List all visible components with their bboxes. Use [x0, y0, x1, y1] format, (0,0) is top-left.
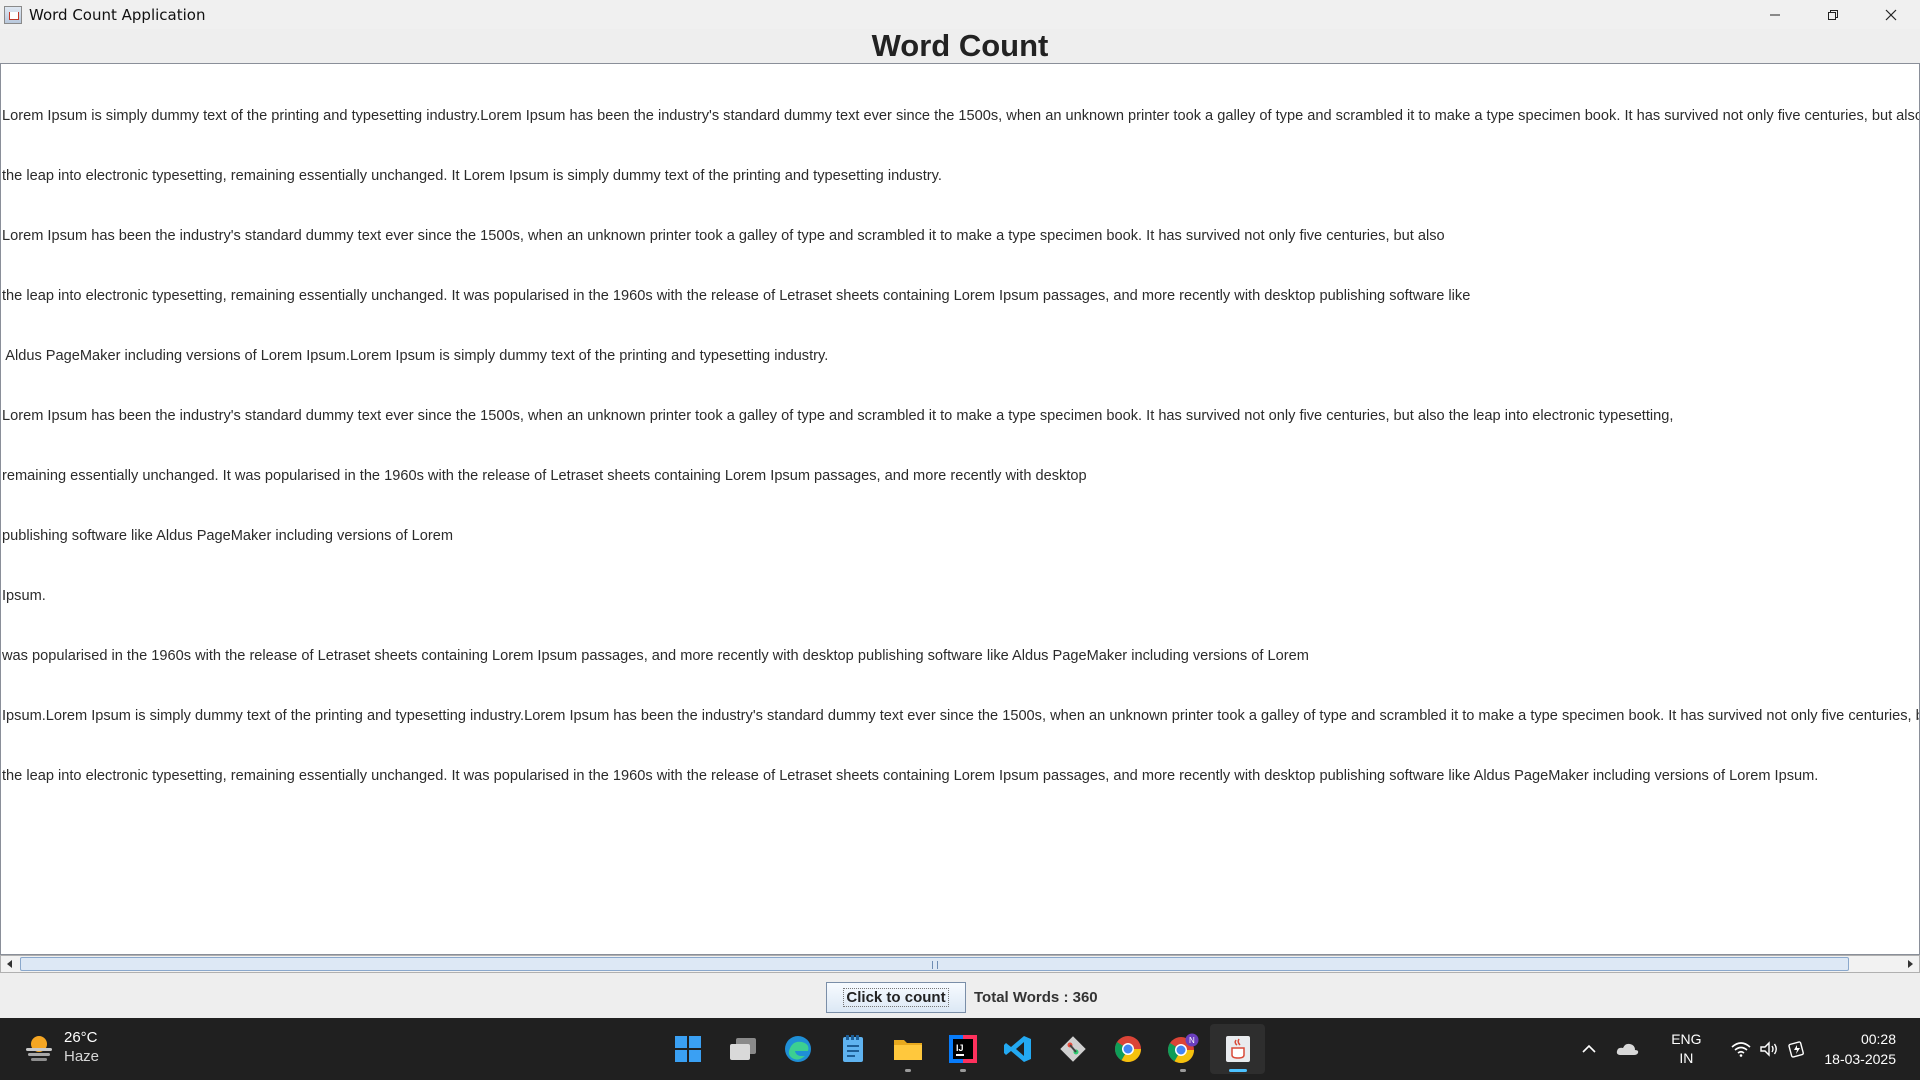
edge-icon [784, 1036, 811, 1062]
cloud-icon [1617, 1043, 1639, 1055]
volume-icon [1760, 1041, 1778, 1057]
start-icon [674, 1036, 701, 1062]
total-words-label: Total Words : 360 [974, 989, 1098, 1006]
weather-widget[interactable]: 26°C Haze [22, 1028, 99, 1066]
svg-text:N: N [1189, 1036, 1195, 1045]
restore-icon [1828, 9, 1838, 20]
close-icon [1885, 9, 1897, 20]
text-line: Lorem Ipsum has been the industry's stan… [2, 408, 1674, 424]
show-hidden-icons-button[interactable] [1572, 1044, 1606, 1054]
file-explorer-button[interactable] [880, 1024, 935, 1074]
java-button[interactable] [1210, 1024, 1265, 1074]
title-bar: Word Count Application [0, 0, 1920, 29]
text-line: Aldus PageMaker including versions of Lo… [2, 348, 829, 364]
chrome-icon [1114, 1036, 1141, 1063]
count-button-label: Click to count [843, 988, 949, 1007]
onedrive-button[interactable] [1606, 1041, 1648, 1057]
notepad-button[interactable] [825, 1024, 880, 1074]
count-button[interactable]: Click to count [826, 982, 966, 1013]
java-app-icon [4, 5, 22, 24]
intellij-icon: IJ [948, 1035, 977, 1063]
svg-text:IJ: IJ [956, 1043, 964, 1053]
running-indicator [959, 1069, 966, 1072]
text-line: the leap into electronic typesetting, re… [2, 288, 1471, 304]
text-line: publishing software like Aldus PageMaker… [2, 528, 454, 544]
java-icon [1225, 1036, 1250, 1062]
weather-temp: 26°C [64, 1029, 98, 1046]
window-title: Word Count Application [29, 5, 206, 24]
text-line: Ipsum. [2, 588, 46, 604]
grip-icon [931, 961, 938, 969]
clock[interactable]: 00:28 18-03-2025 [1824, 1029, 1896, 1069]
haze-sun-icon [22, 1030, 56, 1064]
taskbar-apps: IJ N [660, 1024, 1265, 1074]
task-view-icon [729, 1038, 756, 1060]
page-title: Word Count [871, 28, 1049, 63]
wifi-icon [1731, 1042, 1751, 1057]
chrome-profile-button[interactable]: N [1155, 1024, 1210, 1074]
clock-time: 00:28 [1860, 1031, 1896, 1047]
battery-charging-icon [1788, 1041, 1805, 1058]
running-indicator [904, 1069, 911, 1072]
horizontal-scrollbar[interactable] [0, 955, 1920, 973]
language-code: ENG [1671, 1031, 1702, 1047]
chrome-button[interactable] [1100, 1024, 1155, 1074]
git-icon [1059, 1036, 1086, 1062]
text-line: Lorem Ipsum has been the industry's stan… [2, 228, 1445, 244]
file-explorer-icon [893, 1040, 922, 1060]
edge-button[interactable] [770, 1024, 825, 1074]
scrollbar-thumb[interactable] [20, 957, 1849, 971]
close-button[interactable] [1862, 0, 1920, 29]
chrome-profile-icon: N [1167, 1033, 1198, 1064]
text-content: Lorem Ipsum is simply dummy text of the … [1, 64, 1919, 828]
vscode-button[interactable] [990, 1024, 1045, 1074]
window-controls [1746, 0, 1920, 29]
text-input-area[interactable]: Lorem Ipsum is simply dummy text of the … [0, 63, 1920, 955]
language-indicator[interactable]: ENG IN [1658, 1030, 1714, 1068]
text-line: the leap into electronic typesetting, re… [2, 768, 1819, 784]
clock-date: 18-03-2025 [1824, 1051, 1896, 1067]
vscode-icon [1003, 1036, 1031, 1062]
wifi-button[interactable] [1728, 1041, 1754, 1057]
battery-button[interactable] [1784, 1040, 1810, 1058]
volume-button[interactable] [1754, 1041, 1784, 1057]
intellij-button[interactable]: IJ [935, 1024, 990, 1074]
weather-condition: Haze [64, 1048, 100, 1065]
text-line: Ipsum.Lorem Ipsum is simply dummy text o… [2, 708, 1920, 724]
notepad-icon [842, 1035, 863, 1062]
start-button[interactable] [660, 1024, 715, 1074]
text-line: Lorem Ipsum is simply dummy text of the … [2, 108, 1920, 124]
running-indicator [1179, 1069, 1186, 1072]
scroll-right-button[interactable] [1901, 956, 1919, 972]
task-view-button[interactable] [715, 1024, 770, 1074]
chevron-up-icon [1582, 1044, 1596, 1053]
region-code: IN [1679, 1050, 1694, 1066]
system-tray: ENG IN 00:28 18-03-2025 [1572, 1018, 1920, 1080]
text-line: was popularised in the 1960s with the re… [2, 648, 1309, 664]
scroll-left-button[interactable] [1, 956, 19, 972]
taskbar: 26°C Haze IJ N ENG IN 00:28 18-03-2025 [0, 1018, 1920, 1080]
restore-button[interactable] [1804, 0, 1862, 29]
text-line: remaining essentially unchanged. It was … [2, 468, 1087, 484]
git-button[interactable] [1045, 1024, 1100, 1074]
minimize-icon [1770, 14, 1780, 15]
arrow-right-icon [1908, 960, 1913, 968]
minimize-button[interactable] [1746, 0, 1804, 29]
arrow-left-icon [7, 960, 12, 968]
text-line: the leap into electronic typesetting, re… [2, 168, 942, 184]
bottom-panel: Click to count Total Words : 360 [0, 973, 1920, 1018]
active-indicator [1228, 1069, 1247, 1072]
